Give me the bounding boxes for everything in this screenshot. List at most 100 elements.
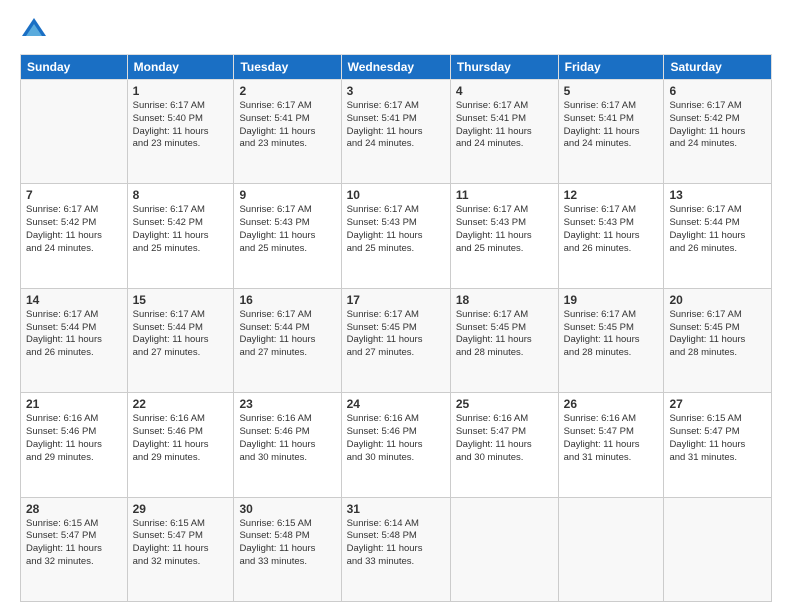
- calendar-week-row: 1 Sunrise: 6:17 AMSunset: 5:40 PMDaylight…: [21, 80, 772, 184]
- calendar-week-row: 14 Sunrise: 6:17 AMSunset: 5:44 PMDayligh…: [21, 288, 772, 392]
- calendar-header-saturday: Saturday: [664, 55, 772, 80]
- calendar-cell: 6 Sunrise: 6:17 AMSunset: 5:42 PMDaylight…: [664, 80, 772, 184]
- calendar-cell: [450, 497, 558, 601]
- day-number: 6: [669, 84, 766, 98]
- cell-content: Sunrise: 6:17 AMSunset: 5:40 PMDaylight:…: [133, 100, 229, 151]
- calendar-cell: 31 Sunrise: 6:14 AMSunset: 5:48 PMDayligh…: [341, 497, 450, 601]
- calendar-cell: 23Sunrise: 6:16 AMSunset: 5:46 PMDayligh…: [234, 393, 341, 497]
- calendar-cell: 18 Sunrise: 6:17 AMSunset: 5:45 PMDayligh…: [450, 288, 558, 392]
- calendar-cell: 7Sunrise: 6:17 AMSunset: 5:42 PMDaylight…: [21, 184, 128, 288]
- cell-content: Sunrise: 6:17 AMSunset: 5:41 PMDaylight:…: [456, 100, 553, 151]
- cell-content: Sunrise: 6:17 AMSunset: 5:44 PMDaylight:…: [133, 309, 229, 360]
- calendar-cell: 1 Sunrise: 6:17 AMSunset: 5:40 PMDaylight…: [127, 80, 234, 184]
- calendar-cell: [664, 497, 772, 601]
- calendar-header-tuesday: Tuesday: [234, 55, 341, 80]
- page: SundayMondayTuesdayWednesdayThursdayFrid…: [0, 0, 792, 612]
- cell-content: Sunrise: 6:16 AMSunset: 5:46 PMDaylight:…: [133, 413, 229, 464]
- calendar-week-row: 28 Sunrise: 6:15 AMSunset: 5:47 PMDayligh…: [21, 497, 772, 601]
- calendar-cell: 4Sunrise: 6:17 AMSunset: 5:41 PMDaylight…: [450, 80, 558, 184]
- calendar-cell: 29 Sunrise: 6:15 AMSunset: 5:47 PMDayligh…: [127, 497, 234, 601]
- day-number: 10: [347, 188, 445, 202]
- day-number: 26: [564, 397, 659, 411]
- calendar-cell: 5 Sunrise: 6:17 AMSunset: 5:41 PMDaylight…: [558, 80, 664, 184]
- calendar-cell: 9 Sunrise: 6:17 AMSunset: 5:43 PMDaylight…: [234, 184, 341, 288]
- calendar-header-monday: Monday: [127, 55, 234, 80]
- calendar-cell: 12Sunrise: 6:17 AMSunset: 5:43 PMDayligh…: [558, 184, 664, 288]
- day-number: 27: [669, 397, 766, 411]
- calendar-cell: 25Sunrise: 6:16 AMSunset: 5:47 PMDayligh…: [450, 393, 558, 497]
- calendar-cell: 22 Sunrise: 6:16 AMSunset: 5:46 PMDayligh…: [127, 393, 234, 497]
- calendar-header-wednesday: Wednesday: [341, 55, 450, 80]
- calendar-cell: 3 Sunrise: 6:17 AMSunset: 5:41 PMDaylight…: [341, 80, 450, 184]
- cell-content: Sunrise: 6:14 AMSunset: 5:48 PMDaylight:…: [347, 518, 445, 569]
- cell-content: Sunrise: 6:17 AMSunset: 5:45 PMDaylight:…: [669, 309, 766, 360]
- calendar-week-row: 7 Sunrise: 6:17 AMSunset: 5:42 PMDaylight…: [21, 184, 772, 288]
- day-number: 24: [347, 397, 445, 411]
- cell-content: Sunrise: 6:16 AMSunset: 5:46 PMDaylight:…: [347, 413, 445, 464]
- calendar-cell: 8 Sunrise: 6:17 AMSunset: 5:42 PMDaylight…: [127, 184, 234, 288]
- cell-content: Sunrise: 6:17 AMSunset: 5:42 PMDaylight:…: [669, 100, 766, 151]
- logo-icon: [20, 16, 48, 44]
- day-number: 30: [239, 502, 335, 516]
- calendar-cell: 27 Sunrise: 6:15 AMSunset: 5:47 PMDayligh…: [664, 393, 772, 497]
- cell-content: Sunrise: 6:17 AMSunset: 5:43 PMDaylight:…: [239, 204, 335, 255]
- cell-content: Sunrise: 6:15 AMSunset: 5:47 PMDaylight:…: [669, 413, 766, 464]
- day-number: 13: [669, 188, 766, 202]
- cell-content: Sunrise: 6:17 AMSunset: 5:43 PMDaylight:…: [564, 204, 659, 255]
- calendar-header-friday: Friday: [558, 55, 664, 80]
- cell-content: Sunrise: 6:17 AMSunset: 5:41 PMDaylight:…: [347, 100, 445, 151]
- day-number: 31: [347, 502, 445, 516]
- day-number: 7: [26, 188, 122, 202]
- calendar-cell: 2Sunrise: 6:17 AMSunset: 5:41 PMDaylight…: [234, 80, 341, 184]
- cell-content: Sunrise: 6:16 AMSunset: 5:46 PMDaylight:…: [239, 413, 335, 464]
- calendar-cell: 13 Sunrise: 6:17 AMSunset: 5:44 PMDayligh…: [664, 184, 772, 288]
- cell-content: Sunrise: 6:17 AMSunset: 5:43 PMDaylight:…: [347, 204, 445, 255]
- cell-content: Sunrise: 6:17 AMSunset: 5:41 PMDaylight:…: [564, 100, 659, 151]
- cell-content: Sunrise: 6:17 AMSunset: 5:45 PMDaylight:…: [456, 309, 553, 360]
- day-number: 11: [456, 188, 553, 202]
- cell-content: Sunrise: 6:15 AMSunset: 5:48 PMDaylight:…: [239, 518, 335, 569]
- cell-content: Sunrise: 6:15 AMSunset: 5:47 PMDaylight:…: [26, 518, 122, 569]
- calendar-header-row: SundayMondayTuesdayWednesdayThursdayFrid…: [21, 55, 772, 80]
- day-number: 5: [564, 84, 659, 98]
- day-number: 28: [26, 502, 122, 516]
- day-number: 14: [26, 293, 122, 307]
- calendar-cell: 21Sunrise: 6:16 AMSunset: 5:46 PMDayligh…: [21, 393, 128, 497]
- day-number: 8: [133, 188, 229, 202]
- calendar-cell: 11 Sunrise: 6:17 AMSunset: 5:43 PMDayligh…: [450, 184, 558, 288]
- day-number: 22: [133, 397, 229, 411]
- calendar-cell: 30 Sunrise: 6:15 AMSunset: 5:48 PMDayligh…: [234, 497, 341, 601]
- header: [20, 16, 772, 44]
- cell-content: Sunrise: 6:17 AMSunset: 5:44 PMDaylight:…: [26, 309, 122, 360]
- day-number: 1: [133, 84, 229, 98]
- cell-content: Sunrise: 6:17 AMSunset: 5:43 PMDaylight:…: [456, 204, 553, 255]
- calendar-cell: 17 Sunrise: 6:17 AMSunset: 5:45 PMDayligh…: [341, 288, 450, 392]
- day-number: 3: [347, 84, 445, 98]
- calendar-table: SundayMondayTuesdayWednesdayThursdayFrid…: [20, 54, 772, 602]
- calendar-cell: [21, 80, 128, 184]
- day-number: 17: [347, 293, 445, 307]
- calendar-header-sunday: Sunday: [21, 55, 128, 80]
- cell-content: Sunrise: 6:16 AMSunset: 5:47 PMDaylight:…: [456, 413, 553, 464]
- calendar-cell: 10 Sunrise: 6:17 AMSunset: 5:43 PMDayligh…: [341, 184, 450, 288]
- cell-content: Sunrise: 6:15 AMSunset: 5:47 PMDaylight:…: [133, 518, 229, 569]
- cell-content: Sunrise: 6:17 AMSunset: 5:44 PMDaylight:…: [669, 204, 766, 255]
- calendar-cell: 24 Sunrise: 6:16 AMSunset: 5:46 PMDayligh…: [341, 393, 450, 497]
- day-number: 9: [239, 188, 335, 202]
- calendar-cell: 28 Sunrise: 6:15 AMSunset: 5:47 PMDayligh…: [21, 497, 128, 601]
- logo: [20, 16, 52, 44]
- cell-content: Sunrise: 6:16 AMSunset: 5:47 PMDaylight:…: [564, 413, 659, 464]
- day-number: 19: [564, 293, 659, 307]
- day-number: 20: [669, 293, 766, 307]
- calendar-header-thursday: Thursday: [450, 55, 558, 80]
- cell-content: Sunrise: 6:17 AMSunset: 5:45 PMDaylight:…: [347, 309, 445, 360]
- calendar-cell: 19Sunrise: 6:17 AMSunset: 5:45 PMDayligh…: [558, 288, 664, 392]
- cell-content: Sunrise: 6:16 AMSunset: 5:46 PMDaylight:…: [26, 413, 122, 464]
- cell-content: Sunrise: 6:17 AMSunset: 5:41 PMDaylight:…: [239, 100, 335, 151]
- calendar-cell: 16Sunrise: 6:17 AMSunset: 5:44 PMDayligh…: [234, 288, 341, 392]
- calendar-cell: 14 Sunrise: 6:17 AMSunset: 5:44 PMDayligh…: [21, 288, 128, 392]
- day-number: 29: [133, 502, 229, 516]
- calendar-cell: 26 Sunrise: 6:16 AMSunset: 5:47 PMDayligh…: [558, 393, 664, 497]
- day-number: 18: [456, 293, 553, 307]
- cell-content: Sunrise: 6:17 AMSunset: 5:42 PMDaylight:…: [133, 204, 229, 255]
